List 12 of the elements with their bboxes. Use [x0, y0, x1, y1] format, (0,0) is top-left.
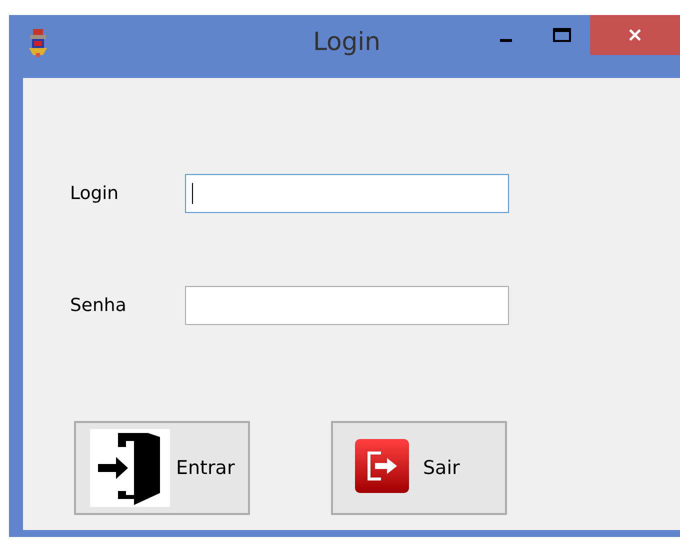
field-label: Senha: [70, 295, 128, 316]
minimize-icon: [500, 38, 512, 42]
input-field[interactable]: [185, 174, 509, 213]
window-title: Login: [313, 27, 380, 56]
close-icon: [628, 28, 642, 42]
exit-button[interactable]: Sair: [331, 421, 507, 515]
maximize-icon: [553, 28, 571, 42]
input-field[interactable]: [185, 286, 509, 325]
enter-button[interactable]: Entrar: [74, 421, 250, 515]
crest-icon: [27, 29, 49, 57]
door-enter-icon: [90, 429, 170, 507]
field-label: Login: [70, 183, 120, 204]
